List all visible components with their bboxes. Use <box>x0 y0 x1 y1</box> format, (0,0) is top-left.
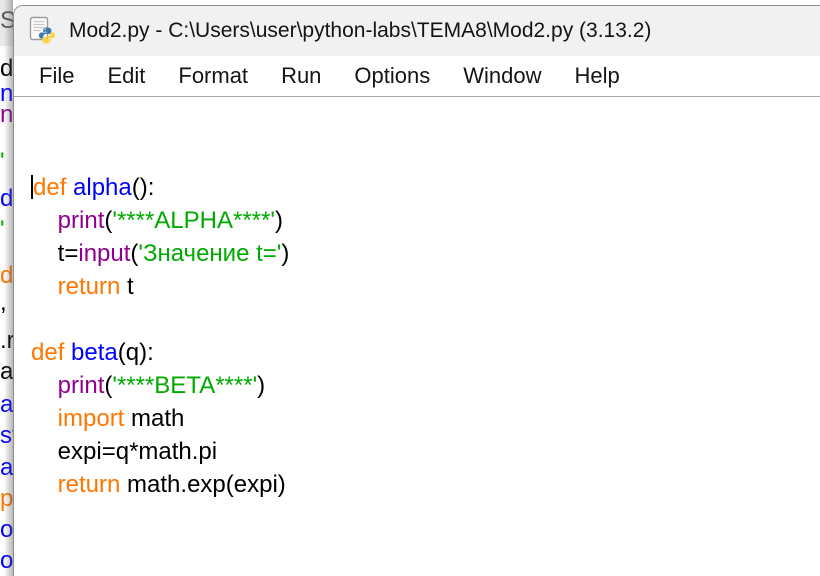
code-line: return math.exp(expi) <box>31 468 816 501</box>
code-line: t=input('Значение t=') <box>31 237 816 270</box>
code-editor[interactable]: def alpha(): print('****ALPHA****') t=in… <box>14 97 820 575</box>
code-line: def beta(q): <box>31 336 816 369</box>
code-line: def alpha(): <box>31 171 816 204</box>
window-title: Mod2.py - C:\Users\user\python-labs\TEMA… <box>69 19 651 43</box>
code-line: return t <box>31 270 816 303</box>
menu-run[interactable]: Run <box>281 63 321 89</box>
code-line: print('****ALPHA****') <box>31 204 816 237</box>
menu-edit[interactable]: Edit <box>107 63 145 89</box>
code-lines: def alpha(): print('****ALPHA****') t=in… <box>31 171 816 501</box>
idle-editor-window: Mod2.py - C:\Users\user\python-labs\TEMA… <box>13 5 820 576</box>
menu-format[interactable]: Format <box>178 63 248 89</box>
code-line: print('****BETA****') <box>31 369 816 402</box>
menu-window[interactable]: Window <box>463 63 541 89</box>
python-file-icon <box>28 16 58 46</box>
code-line: import math <box>31 402 816 435</box>
code-line <box>31 303 816 336</box>
titlebar[interactable]: Mod2.py - C:\Users\user\python-labs\TEMA… <box>14 6 820 56</box>
menu-options[interactable]: Options <box>354 63 430 89</box>
code-line: expi=q*math.pi <box>31 435 816 468</box>
menubar: File Edit Format Run Options Window Help <box>14 56 820 97</box>
window-drop-shadow <box>4 0 13 576</box>
background-window-strip[interactable]: Sdincn'd'd,.racasyalpoco( <box>0 0 13 576</box>
menu-file[interactable]: File <box>39 63 74 89</box>
menu-help[interactable]: Help <box>575 63 620 89</box>
screen: Sdincn'd'd,.racasyalpoco( Mod2.py - C:\U… <box>0 0 820 576</box>
